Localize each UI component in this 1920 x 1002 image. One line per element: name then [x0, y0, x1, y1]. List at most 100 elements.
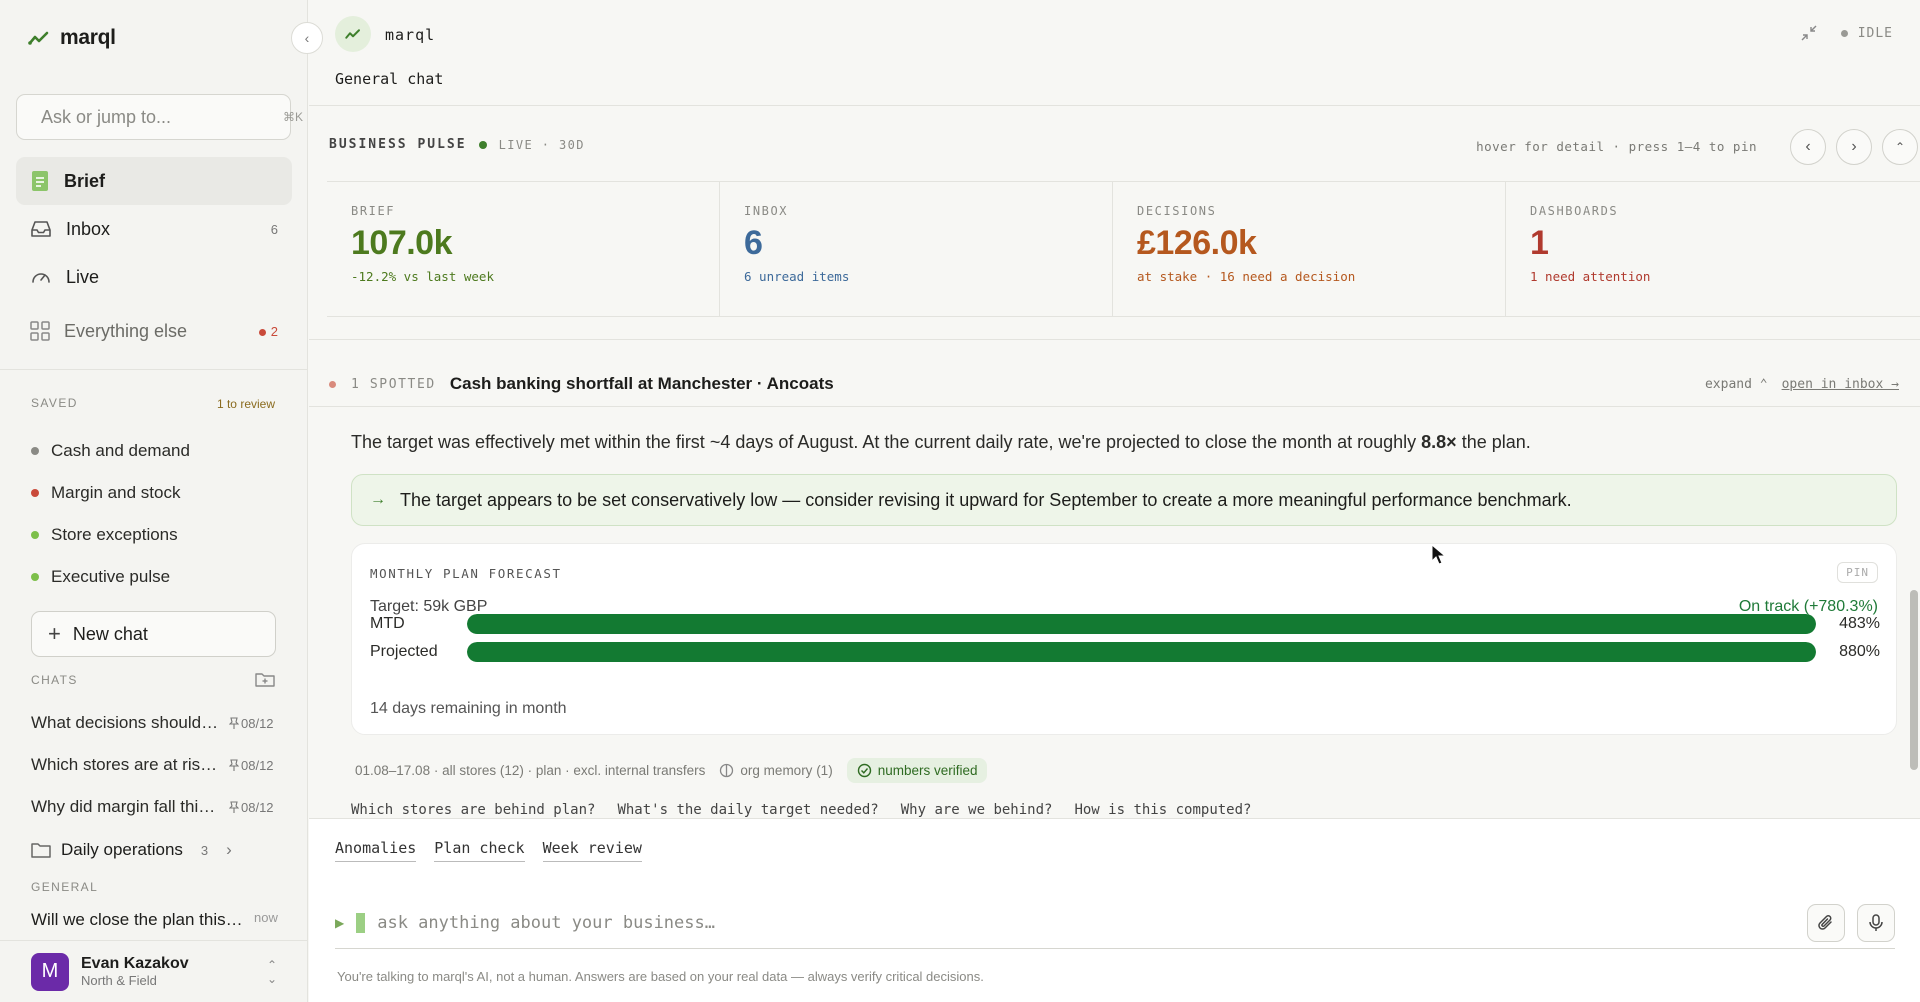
bar-label: MTD [370, 615, 405, 632]
kpi-subtext: -12.2% vs last week [351, 269, 494, 284]
spotted-label: 1 SPOTTED [351, 376, 436, 392]
scope-text: 01.08–17.08 · all stores (12) · plan · e… [355, 763, 706, 778]
kpi-label: DASHBOARDS [1530, 204, 1619, 218]
kpi-card-brief[interactable]: BRIEF 107.0k -12.2% vs last week [327, 182, 720, 316]
saved-item[interactable]: Margin and stock [31, 472, 190, 514]
progress-fill [467, 642, 1816, 662]
chat-date-text: 08/12 [241, 715, 274, 731]
bar-label: Projected [370, 643, 438, 660]
chat-item[interactable]: What decisions should I make this week? 0… [31, 702, 286, 744]
days-remaining: 14 days remaining in month [370, 700, 567, 717]
attach-button[interactable] [1807, 903, 1845, 942]
chat-input[interactable] [377, 912, 1795, 933]
saved-item[interactable]: Store exceptions [31, 514, 190, 556]
saved-item[interactable]: Cash and demand [31, 430, 190, 472]
chat-date-text: 08/12 [241, 799, 274, 815]
new-folder-icon[interactable] [255, 671, 275, 688]
pin-icon [229, 800, 239, 813]
microphone-button[interactable] [1857, 903, 1895, 942]
paragraph-emphasis: 8.8× [1421, 432, 1457, 452]
document-icon [32, 171, 48, 191]
chevron-left-icon: ‹ [304, 30, 310, 46]
kpi-card-inbox[interactable]: INBOX 6 6 unread items [720, 182, 1113, 316]
chats-heading: CHATS [31, 673, 78, 687]
quick-prompt-chip[interactable]: Week review [542, 839, 642, 862]
paperclip-icon [1818, 914, 1832, 930]
text-caret [356, 912, 366, 933]
chat-header: marql General chat IDLE [309, 0, 1920, 106]
quick-prompt-chip[interactable]: Anomalies [335, 839, 417, 862]
kpi-label: DECISIONS [1137, 204, 1217, 218]
collapse-sidebar-button[interactable]: ‹ [291, 22, 323, 54]
gauge-icon [32, 273, 50, 283]
open-in-inbox-link[interactable]: open in inbox → [1782, 377, 1899, 392]
brand-name: marql [60, 26, 116, 49]
chevron-right-icon: › [226, 840, 232, 859]
nav-item-inbox[interactable]: Inbox 6 [16, 205, 292, 253]
saved-item-label: Cash and demand [51, 441, 190, 460]
pulse-collapse-button[interactable]: ⌃ [1882, 129, 1918, 165]
nav-item-live[interactable]: Live [16, 253, 292, 301]
verified-badge: numbers verified [846, 758, 988, 783]
general-chat-item[interactable]: Will we close the plan this month? now [31, 910, 286, 930]
nav-item-everything-else[interactable]: Everything else 2 [16, 307, 292, 355]
pulse-prev-button[interactable]: ‹ [1790, 129, 1826, 165]
org-memory-link[interactable]: org memory (1) [719, 763, 833, 778]
verified-text: numbers verified [877, 763, 978, 778]
sidebar: marql ⌘K Brief Inbox 6 Live Everything e… [0, 0, 308, 1002]
progress-fill [467, 614, 1816, 634]
kpi-label: BRIEF [351, 204, 396, 218]
user-org: North & Field [81, 973, 157, 988]
chevron-left-icon: ‹ [1805, 138, 1811, 155]
scrollbar[interactable] [1910, 590, 1918, 770]
composer: Anomalies Plan check Week review ▶ You're … [309, 818, 1920, 1002]
folder-icon [31, 843, 51, 858]
nav-item-brief[interactable]: Brief [16, 157, 292, 205]
memory-icon [720, 763, 734, 778]
plus-icon: + [48, 621, 61, 646]
chat-title: What decisions should I make this week? [31, 713, 221, 732]
grid-icon [30, 321, 50, 341]
suggestion-list: Which stores are behind plan? What's the … [351, 802, 1897, 818]
new-chat-button[interactable]: + New chat [31, 611, 276, 657]
chat-date: 08/12 [229, 800, 274, 815]
suggestion-chip[interactable]: Why are we behind? [901, 802, 1053, 818]
new-chat-label: New chat [72, 623, 148, 644]
pulse-live: LIVE · 30D [498, 137, 585, 152]
suggestion-chip[interactable]: What's the daily target needed? [617, 802, 878, 818]
kpi-value: 1 [1530, 224, 1549, 262]
chevron-up-icon: ⌃ [1894, 140, 1906, 154]
arrow-right-icon: → [370, 491, 386, 508]
suggestion-chip[interactable]: Which stores are behind plan? [351, 802, 595, 818]
search-input[interactable] [41, 106, 273, 128]
sidebar-logo[interactable]: marql [28, 26, 116, 50]
pin-button[interactable]: PIN [1837, 562, 1878, 583]
kpi-card-decisions[interactable]: DECISIONS £126.0k at stake · 16 need a dec… [1113, 182, 1506, 316]
callout-text: The target appears to be set conservativ… [400, 489, 1572, 510]
quick-prompt-chip[interactable]: Plan check [434, 839, 525, 862]
user-menu[interactable]: M Evan Kazakov North & Field ⌃ ⌄ [0, 940, 308, 1002]
kpi-card-dashboards[interactable]: DASHBOARDS 1 1 need attention [1506, 182, 1899, 316]
bar-value: 483% [1839, 615, 1880, 632]
inbox-icon [31, 221, 51, 237]
primary-nav: Brief Inbox 6 Live Everything else 2 [16, 157, 292, 355]
expand-link[interactable]: expand ⌃ [1705, 377, 1768, 392]
prompt-arrow-icon: ▶ [335, 915, 345, 930]
forecast-card: MONTHLY PLAN FORECAST PIN Target: 59k GB… [351, 543, 1897, 735]
chat-item[interactable]: Why did margin fall this week? 08/12 [31, 786, 286, 828]
paragraph-text: the plan. [1456, 432, 1531, 452]
chat-item[interactable]: Which stores are at risk this month? 08/1… [31, 744, 286, 786]
folder-daily-operations[interactable]: Daily operations 3 › [31, 828, 286, 872]
spotted-row: 1 SPOTTED Cash banking shortfall at Manc… [329, 374, 1899, 394]
minimize-icon[interactable] [1801, 25, 1817, 41]
saved-to-review[interactable]: 1 to review [217, 397, 275, 411]
alert-count: 2 [270, 323, 278, 339]
saved-item[interactable]: Executive pulse [31, 556, 190, 598]
saved-item-label: Store exceptions [51, 525, 178, 544]
main-panel: marql General chat IDLE BUSINESS PULSE L… [309, 0, 1920, 1002]
search-box[interactable]: ⌘K [16, 94, 303, 140]
nav-label: Everything else [64, 320, 188, 341]
pulse-next-button[interactable]: › [1836, 129, 1872, 165]
chevron-up-down-icon: ⌃ ⌄ [266, 957, 277, 986]
suggestion-chip[interactable]: How is this computed? [1074, 802, 1251, 818]
